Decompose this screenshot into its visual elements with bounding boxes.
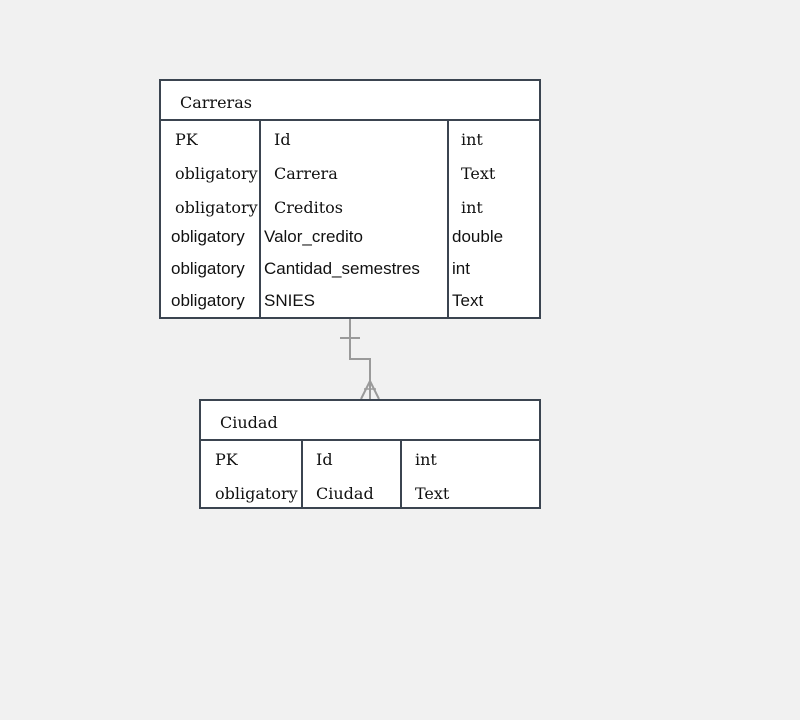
field-key: obligatory <box>171 227 245 246</box>
field-key: obligatory <box>171 291 245 310</box>
column-divider <box>259 121 261 319</box>
field-name[interactable]: SNIES <box>264 291 315 311</box>
many-cardinality-crowfoot-left <box>360 380 371 400</box>
field-key: obligatory <box>175 198 258 217</box>
field-key: PK <box>215 450 238 469</box>
column-divider <box>447 121 449 319</box>
entity-ciudad[interactable]: Ciudad PK Id int obligatory Ciudad Text <box>199 399 541 509</box>
field-type: int <box>452 259 470 278</box>
entity-header: Ciudad <box>201 401 539 441</box>
field-name[interactable]: Id <box>316 450 333 470</box>
entity-title: Ciudad <box>220 413 278 432</box>
many-cardinality-crowfoot-right <box>369 380 380 400</box>
field-key: PK <box>175 130 198 149</box>
field-type: double <box>452 227 504 246</box>
field-name[interactable]: Ciudad <box>316 484 374 504</box>
field-type: int <box>461 198 483 217</box>
field-name[interactable]: Valor_credito <box>264 227 363 247</box>
field-key: obligatory <box>215 484 298 503</box>
column-divider <box>400 441 402 509</box>
field-name[interactable]: Creditos <box>274 198 343 218</box>
field-type: Text <box>461 164 496 183</box>
field-name[interactable]: Cantidad_semestres <box>264 259 420 279</box>
field-name[interactable]: Id <box>274 130 291 150</box>
field-key: obligatory <box>175 164 258 183</box>
entity-carreras[interactable]: Carreras PK Id int obligatory Carrera Te… <box>159 79 541 319</box>
field-key: obligatory <box>171 259 245 278</box>
entity-title: Carreras <box>180 93 252 112</box>
field-name[interactable]: Carrera <box>274 164 338 184</box>
field-type: Text <box>452 291 484 310</box>
field-type: int <box>415 450 437 469</box>
entity-body: PK Id int obligatory Carrera Text obliga… <box>161 121 539 319</box>
field-type: Text <box>415 484 450 503</box>
column-divider <box>301 441 303 509</box>
entity-header: Carreras <box>161 81 539 121</box>
entity-body: PK Id int obligatory Ciudad Text <box>201 441 539 509</box>
field-type: int <box>461 130 483 149</box>
